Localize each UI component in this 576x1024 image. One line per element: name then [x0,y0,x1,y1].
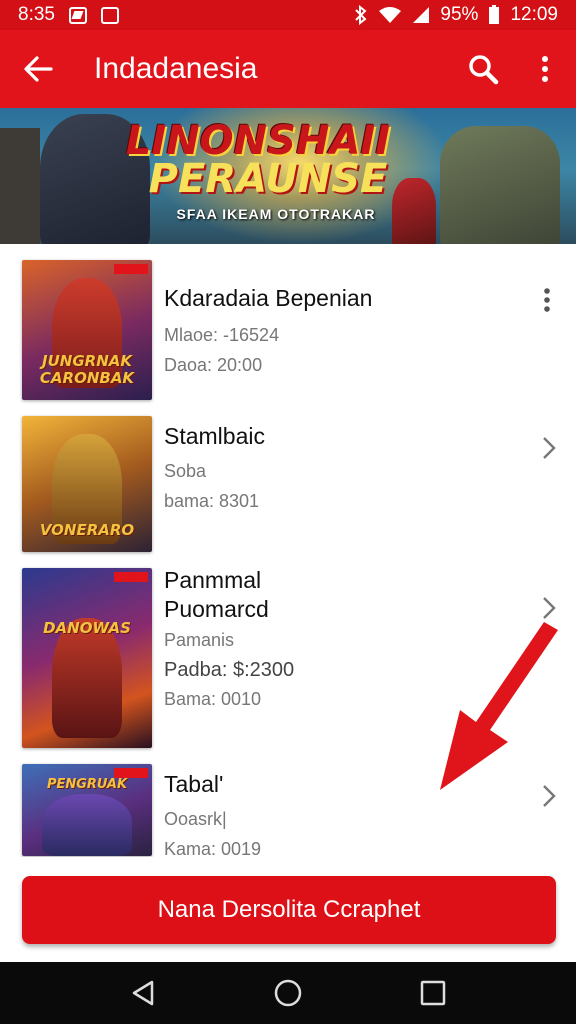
pointer-arrow-icon [440,622,558,790]
item-cover-image: JUNGRNAK CARONBAK [22,260,152,400]
list-item[interactable]: JUNGRNAK CARONBAK Kdaradaia Bepenian Mla… [0,258,576,408]
signal-icon [413,7,430,23]
cover-caption: PENGRUAK [46,776,128,792]
item-meta: Ooasrk| [164,809,227,829]
system-nav-bar [0,962,576,1024]
cover-badge [114,572,148,582]
triangle-back-icon [132,980,153,1006]
nav-recents-button[interactable] [413,973,453,1013]
primary-action-button[interactable]: Nana Dersolita Ccraphet [22,876,556,944]
search-button[interactable] [452,30,514,108]
notification-icon [68,6,87,24]
status-clock: 12:09 [510,4,558,25]
notification-icon-2 [100,6,119,24]
item-title: Stamlbaic [164,423,265,449]
app-bar: Indadanesia [0,30,576,108]
item-meta: Kama: 0019 [164,839,262,857]
cover-caption: DANOWAS [43,618,131,637]
banner-title-line2: PERAUNSE [148,156,388,202]
battery-icon [489,5,500,24]
overflow-menu-button[interactable] [514,30,576,108]
hero-banner[interactable]: LINONSHAII PERAUNSE SFAA IKEAM OTOTRAKAR [0,108,576,244]
status-time: 8:35 [18,4,55,25]
item-meta: Padba: $:2300 [164,659,295,681]
chevron-right-icon[interactable] [536,596,560,620]
item-meta: Pamanis [164,630,235,650]
banner-tagline: SFAA IKEAM OTOTRAKAR [176,206,376,222]
battery-percent: 95% [440,4,479,25]
item-meta: Bama: 0010 [164,689,262,709]
item-meta: Soba [164,461,207,481]
status-bar: 8:35 95% 12:09 [0,0,576,30]
cover-caption: JUNGRNAK CARONBAK [39,352,135,387]
item-title: Tabal' [164,771,224,797]
circle-home-icon [274,979,302,1007]
item-meta: Mlaoe: -16524 [164,325,280,345]
item-cover-image: PENGRUAK [22,764,152,856]
item-title: Panmmal Puomarcd [164,567,269,622]
nav-home-button[interactable] [268,973,308,1013]
bluetooth-icon [355,5,367,25]
cover-badge [114,264,148,274]
chevron-right-icon[interactable] [536,436,560,460]
more-vert-icon [542,56,548,82]
item-cover-image: DANOWAS [22,568,152,748]
item-title: Kdaradaia Bepenian [164,285,373,311]
wifi-icon [379,7,402,23]
nav-back-button[interactable] [123,973,163,1013]
page-title: Indadanesia [94,52,258,85]
search-icon [469,55,499,85]
item-more-icon[interactable] [540,286,554,316]
item-cover-image: VONERARO [22,416,152,552]
arrow-left-icon [24,56,53,82]
list-item[interactable]: VONERARO Stamlbaic Soba bama: 8301 [0,414,576,554]
cover-caption: VONERARO [39,520,135,539]
back-button[interactable] [0,30,76,108]
item-meta: Daoa: 20:00 [164,355,263,375]
item-meta: bama: 8301 [164,491,260,511]
square-recents-icon [421,980,446,1006]
cover-hero [42,794,132,856]
